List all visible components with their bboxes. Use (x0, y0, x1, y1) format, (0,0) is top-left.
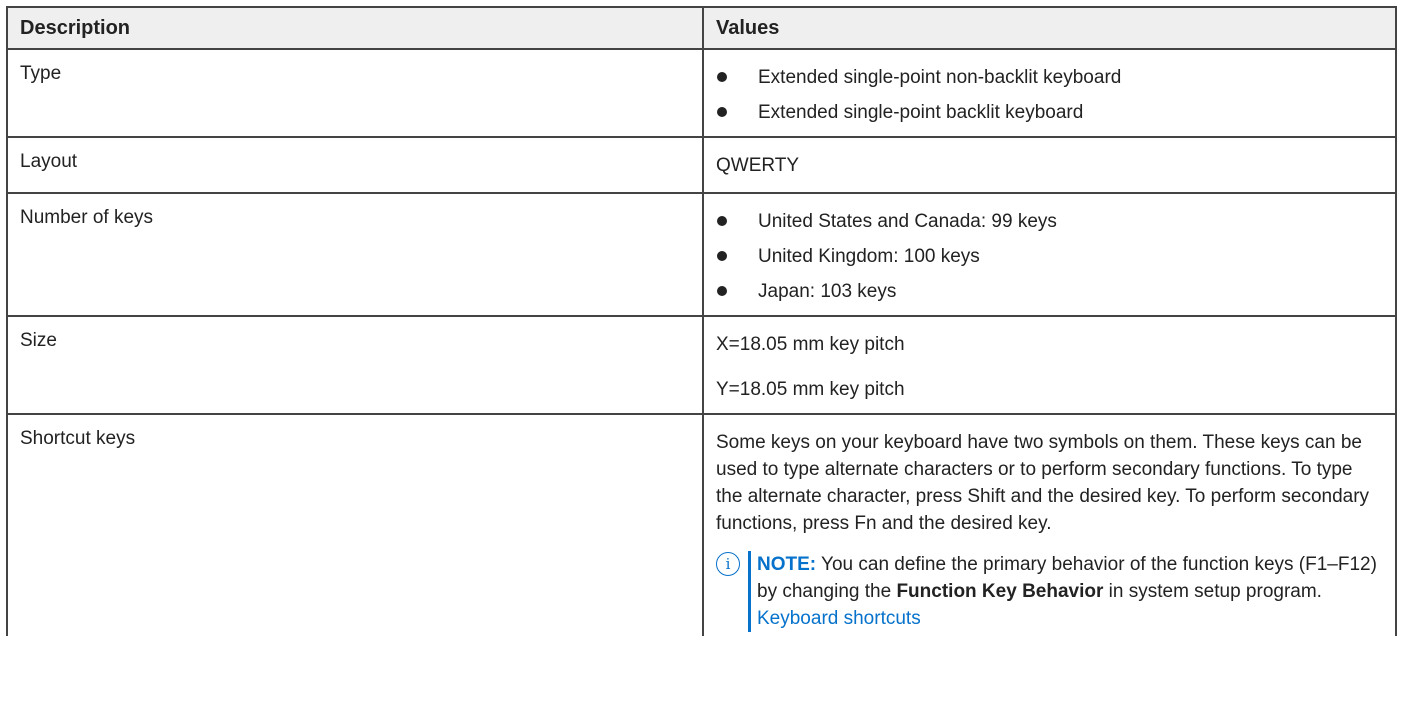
table-row: Layout QWERTY (6, 136, 1397, 194)
info-circle-icon: i (716, 552, 740, 576)
size-x-value: X=18.05 mm key pitch (716, 334, 905, 355)
size-y-value: Y=18.05 mm key pitch (716, 379, 905, 400)
note-callout: i NOTE: You can define the primary behav… (716, 551, 1383, 636)
keyboard-shortcuts-link[interactable]: Keyboard shortcuts (757, 608, 921, 629)
header-description: Description (6, 6, 704, 50)
list-item: United States and Canada: 99 keys (716, 208, 1383, 235)
row-value-cell: X=18.05 mm key pitch Y=18.05 mm key pitc… (702, 315, 1397, 415)
type-list: Extended single-point non-backlit keyboa… (716, 50, 1383, 136)
note-body: NOTE: You can define the primary behavio… (748, 551, 1383, 632)
list-item: Extended single-point backlit keyboard (716, 99, 1383, 126)
list-item: United Kingdom: 100 keys (716, 243, 1383, 270)
row-value-cell: United States and Canada: 99 keys United… (702, 192, 1397, 317)
row-label-size: Size (20, 330, 57, 351)
note-label: NOTE: (757, 554, 817, 575)
row-label-cell: Type (6, 48, 704, 138)
row-label-number-of-keys: Number of keys (20, 207, 154, 228)
row-label-cell: Size (6, 315, 704, 415)
keys-list: United States and Canada: 99 keys United… (716, 194, 1383, 315)
note-bold-term: Function Key Behavior (896, 581, 1104, 602)
table-row: Type Extended single-point non-backlit k… (6, 48, 1397, 138)
table-row: Size X=18.05 mm key pitch Y=18.05 mm key… (6, 315, 1397, 415)
table-header-row: Description Values (6, 6, 1397, 50)
layout-value: QWERTY (716, 155, 800, 176)
table-row: Shortcut keys Some keys on your keyboard… (6, 413, 1397, 636)
list-item: Extended single-point non-backlit keyboa… (716, 64, 1383, 91)
shortcut-description: Some keys on your keyboard have two symb… (716, 432, 1370, 534)
row-label-layout: Layout (20, 151, 78, 172)
row-value-cell: QWERTY (702, 136, 1397, 194)
row-value-cell: Extended single-point non-backlit keyboa… (702, 48, 1397, 138)
keyboard-spec-table: Description Values Type Extended single-… (6, 6, 1397, 636)
table-row: Number of keys United States and Canada:… (6, 192, 1397, 317)
row-label-type: Type (20, 63, 62, 84)
row-label-shortcut-keys: Shortcut keys (20, 428, 136, 449)
list-item: Japan: 103 keys (716, 278, 1383, 305)
row-label-cell: Layout (6, 136, 704, 194)
header-values: Values (702, 6, 1397, 50)
note-text-after: in system setup program. (1103, 581, 1322, 602)
row-label-cell: Number of keys (6, 192, 704, 317)
row-label-cell: Shortcut keys (6, 413, 704, 636)
row-value-cell: Some keys on your keyboard have two symb… (702, 413, 1397, 636)
